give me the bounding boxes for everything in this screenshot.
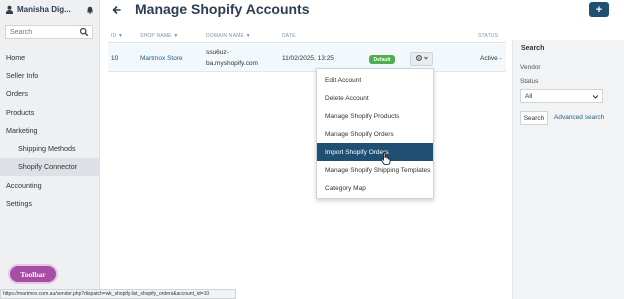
sidebar: Manisha Dig... Home Seller Info Orders P…	[0, 0, 100, 299]
user-icon	[5, 5, 14, 14]
column-label: DOMAIN NAME	[206, 33, 245, 39]
menu-item-delete-account[interactable]: Delete Account	[317, 89, 433, 107]
column-header-shop-name[interactable]: SHOP NAME ▼	[140, 33, 178, 39]
add-account-button[interactable]: +	[589, 2, 609, 17]
sidebar-item-orders[interactable]: Orders	[0, 85, 100, 103]
sidebar-nav: Home Seller Info Orders Products Marketi…	[0, 48, 100, 213]
menu-item-edit-account[interactable]: Edit Account	[317, 71, 433, 89]
user-name[interactable]: Manisha Dig...	[17, 5, 86, 14]
bell-icon[interactable]	[86, 6, 94, 14]
status-label: Status	[520, 78, 539, 85]
column-header-domain-name[interactable]: DOMAIN NAME ▼	[206, 33, 251, 39]
status-select-value: All	[525, 92, 533, 100]
vendor-label: Vendor	[520, 64, 541, 71]
column-label: SHOP NAME	[140, 33, 172, 39]
back-arrow-icon[interactable]	[111, 4, 123, 16]
sidebar-item-marketing[interactable]: Marketing	[0, 121, 100, 139]
advanced-search-link[interactable]: Advanced search	[554, 114, 604, 121]
sidebar-item-shopify-connector[interactable]: Shopify Connector	[0, 157, 100, 177]
sort-icon: ▼	[173, 33, 179, 39]
menu-item-manage-shipping-templates[interactable]: Manage Shopify Shipping Templates	[317, 161, 433, 179]
menu-item-import-shopify-orders[interactable]: Import Shopify Orders	[317, 143, 433, 161]
search-icon[interactable]	[79, 27, 89, 37]
sidebar-item-accounting[interactable]: Accounting	[0, 176, 100, 194]
toolbar-button[interactable]: Toolbar	[10, 266, 56, 282]
row-status-toggle[interactable]: Active -	[480, 55, 502, 62]
sidebar-search-box	[5, 25, 93, 39]
default-badge: Default	[369, 55, 395, 64]
column-label: STATUS	[478, 33, 499, 39]
row-shop-name[interactable]: Martmox Store	[140, 55, 183, 62]
actions-dropdown-menu: Edit Account Delete Account Manage Shopi…	[316, 68, 434, 199]
sort-icon: ▼	[245, 33, 251, 39]
page-title: Manage Shopify Accounts	[135, 1, 310, 17]
search-panel-title: Search	[521, 45, 545, 52]
column-header-date[interactable]: DATE	[282, 33, 296, 39]
column-label: ID	[111, 33, 117, 39]
sidebar-item-shipping-methods[interactable]: Shipping Methods	[0, 139, 100, 157]
row-id: 10	[111, 55, 119, 62]
menu-item-manage-shopify-orders[interactable]: Manage Shopify Orders	[317, 125, 433, 143]
sidebar-item-settings[interactable]: Settings	[0, 194, 100, 212]
header-divider	[108, 42, 506, 43]
gear-icon	[415, 54, 429, 64]
hand-cursor-icon	[380, 152, 391, 165]
chevron-down-icon	[592, 93, 599, 100]
browser-status-url: https://martmox.com.au/vendor.php?dispat…	[0, 289, 236, 299]
row-date: 11/02/2025, 13:25	[282, 55, 334, 62]
sidebar-header[interactable]: Manisha Dig...	[0, 0, 99, 19]
column-label: DATE	[282, 33, 296, 39]
search-button[interactable]: Search	[520, 111, 548, 125]
row-domain-line1: ssu6uz-	[206, 49, 229, 56]
row-actions-button[interactable]	[410, 52, 433, 66]
sidebar-item-home[interactable]: Home	[0, 48, 100, 66]
sidebar-item-seller-info[interactable]: Seller Info	[0, 66, 100, 84]
menu-item-manage-shopify-products[interactable]: Manage Shopify Products	[317, 107, 433, 125]
column-header-id[interactable]: ID ▼	[111, 33, 123, 39]
row-domain-line2: ba.myshopify.com	[206, 60, 258, 67]
column-header-status[interactable]: STATUS	[478, 33, 498, 39]
sidebar-search-input[interactable]	[6, 28, 79, 36]
menu-item-category-map[interactable]: Category Map	[317, 179, 433, 197]
status-select[interactable]: All	[520, 89, 603, 103]
sidebar-item-products[interactable]: Products	[0, 103, 100, 121]
sort-icon: ▼	[118, 33, 124, 39]
